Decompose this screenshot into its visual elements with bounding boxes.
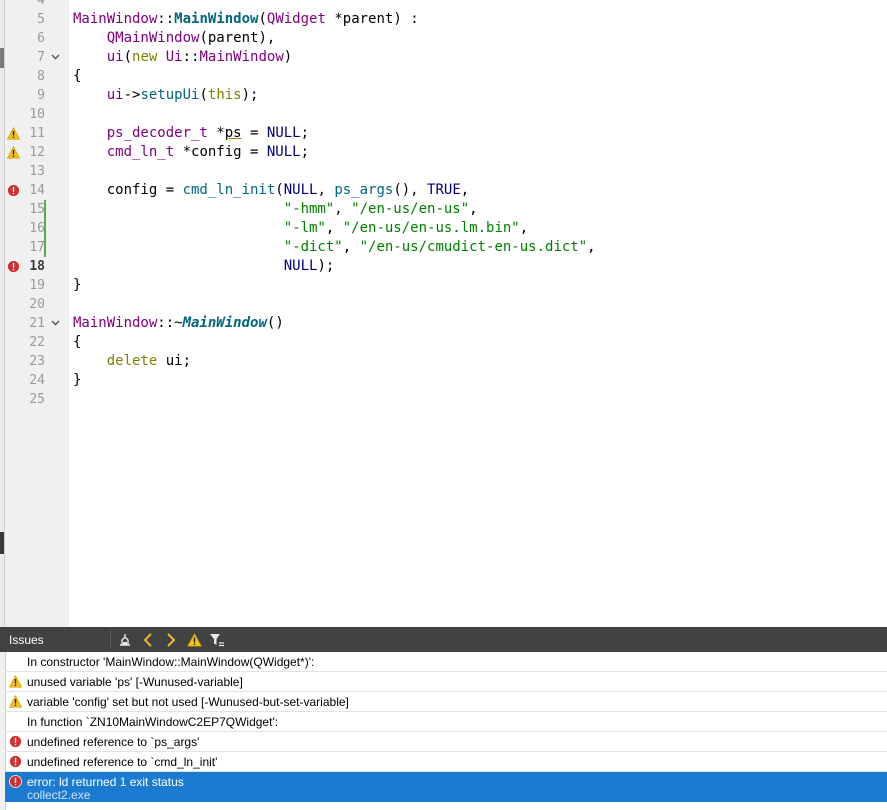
code-line[interactable]: 6 QMainWindow(parent), [0,29,887,48]
line-number: 14 [29,183,45,198]
change-marker [44,200,46,219]
code-text: QMainWindow(parent), [106,30,276,46]
line-number: 4 [37,0,45,8]
previous-item-icon[interactable] [139,631,157,649]
change-marker [44,219,46,238]
code-line[interactable]: 5 MainWindow::MainWindow(QWidget *parent)… [0,10,887,29]
code-line[interactable]: 16 "-lm", "/en-us/en-us.lm.bin", [0,219,887,238]
line-number: 21 [29,316,45,331]
code-text: "-dict", "/en-us/cmudict-en-us.dict", [283,239,596,255]
line-number: 8 [37,69,45,84]
code-line[interactable]: 8{ [0,67,887,86]
code-text: { [73,334,82,350]
line-number: 13 [29,164,45,179]
line-number: 9 [37,88,45,103]
code-text: ui(new Ui::MainWindow) [106,49,293,65]
issue-item[interactable]: variable 'config' set but not used [-Wun… [5,692,887,712]
line-number: 6 [37,31,45,46]
code-line[interactable]: 9 ui->setupUi(this); [0,86,887,105]
code-line[interactable]: 20 [0,295,887,314]
code-text: ui->setupUi(this); [106,87,259,103]
code-line[interactable]: 21 MainWindow::~MainWindow() [0,314,887,333]
issue-text: error: ld returned 1 exit status [27,775,184,789]
clean-icon[interactable] [116,631,134,649]
code-text: } [73,372,82,388]
code-line[interactable]: 13 [0,162,887,181]
line-number: 20 [29,297,45,312]
fold-chevron-icon[interactable] [51,314,61,333]
code-line[interactable]: 15 "-hmm", "/en-us/en-us", [0,200,887,219]
issues-title: Issues [9,633,44,647]
issue-text: In constructor 'MainWindow::MainWindow(Q… [27,655,315,669]
code-text: cmd_ln_t *config = NULL; [106,144,310,160]
warning-icon [8,694,23,708]
code-line[interactable]: 11 ps_decoder_t *ps = NULL; [0,124,887,143]
code-text: config = cmd_ln_init(NULL, ps_args(), TR… [73,182,470,198]
issues-pane: Issues In constructor 'MainWindow::MainW… [0,627,887,810]
line-number: 18 [29,259,45,274]
code-line[interactable]: 12 cmd_ln_t *config = NULL; [0,143,887,162]
line-number: 23 [29,354,45,369]
code-line[interactable]: 14 config = cmd_ln_init(NULL, ps_args(),… [0,181,887,200]
code-line[interactable]: 25 [0,390,887,409]
error-icon [9,735,22,748]
next-item-icon[interactable] [162,631,180,649]
line-number: 16 [29,221,45,236]
issue-text: undefined reference to `cmd_ln_init' [27,755,218,769]
code-line[interactable]: 23 delete ui; [0,352,887,371]
issue-item[interactable]: In constructor 'MainWindow::MainWindow(Q… [5,652,887,672]
warning-icon [8,674,23,688]
change-marker [44,238,46,257]
line-number: 15 [29,202,45,217]
left-edge-marker [0,532,4,554]
issue-text: variable 'config' set but not used [-Wun… [27,695,349,709]
error-icon [9,775,22,788]
code-text: MainWindow::MainWindow(QWidget *parent) … [73,11,419,27]
fold-chevron-icon[interactable] [51,48,61,67]
code-text: "-lm", "/en-us/en-us.lm.bin", [283,220,529,236]
line-number: 11 [29,126,45,141]
line-number: 17 [29,240,45,255]
code-text: { [73,68,82,84]
error-icon [9,755,22,768]
issues-toolbar: Issues [0,627,887,652]
code-line[interactable]: 4 [0,0,887,10]
show-warnings-icon[interactable] [185,631,203,649]
code-text: "-hmm", "/en-us/en-us", [283,201,478,217]
code-text: NULL); [283,258,335,274]
code-line[interactable]: 22 { [0,333,887,352]
issue-text: unused variable 'ps' [-Wunused-variable] [27,675,243,689]
line-number: 19 [29,278,45,293]
line-number: 25 [29,392,45,407]
code-text: delete ui; [106,353,192,369]
code-line[interactable]: 17 "-dict", "/en-us/cmudict-en-us.dict", [0,238,887,257]
code-text: ps_decoder_t *ps = NULL; [106,125,310,141]
code-text: MainWindow::~MainWindow() [73,315,284,331]
toolbar-separator [110,630,111,649]
filter-icon[interactable] [208,631,226,649]
issue-text: undefined reference to `ps_args' [27,735,200,749]
line-number: 10 [29,107,45,122]
issue-item[interactable]: unused variable 'ps' [-Wunused-variable] [5,672,887,692]
issue-item[interactable]: undefined reference to `ps_args' [5,732,887,752]
line-number: 5 [37,12,45,27]
code-line[interactable]: 18 NULL); [0,257,887,276]
line-number: 22 [29,335,45,350]
code-text: } [73,277,82,293]
code-line[interactable]: 19} [0,276,887,295]
issue-item[interactable]: error: ld returned 1 exit status collect2… [5,772,887,802]
line-number: 12 [29,145,45,160]
issue-text: In function `ZN10MainWindowC2EP7QWidget'… [27,715,279,729]
issue-source: collect2.exe [27,788,91,802]
issue-item[interactable]: In function `ZN10MainWindowC2EP7QWidget'… [5,712,887,732]
code-line[interactable]: 10 [0,105,887,124]
issue-item[interactable]: undefined reference to `cmd_ln_init' [5,752,887,772]
code-line[interactable]: 24} [0,371,887,390]
line-number: 7 [37,50,45,65]
line-number: 24 [29,373,45,388]
code-line[interactable]: 7 ui(new Ui::MainWindow) [0,48,887,67]
